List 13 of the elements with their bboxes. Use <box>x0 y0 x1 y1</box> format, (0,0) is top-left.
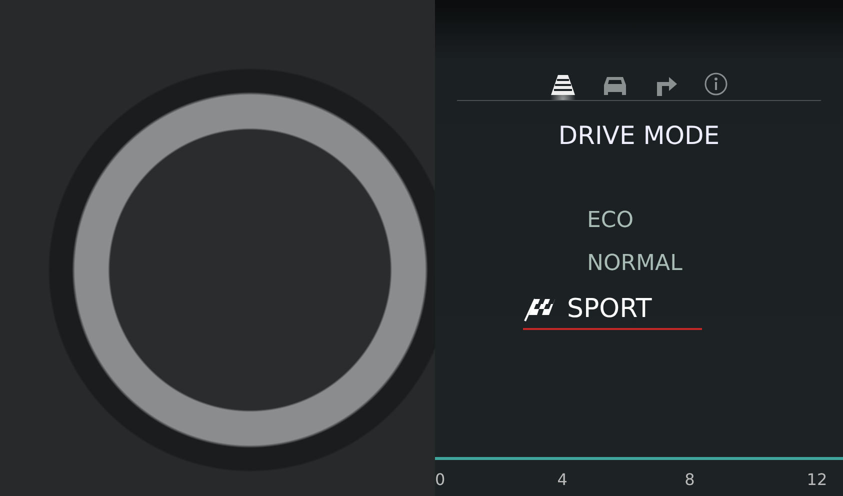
screen-title: DRIVE MODE <box>558 121 720 150</box>
mode-option[interactable]: NORMAL <box>587 251 682 280</box>
turn-arrow-icon <box>654 74 678 96</box>
car-icon <box>602 74 628 96</box>
info-icon <box>704 72 728 96</box>
mode-option[interactable]: SPORT <box>523 294 702 330</box>
scale-label: 8 <box>684 470 696 491</box>
checkered-flag-icon <box>523 296 557 322</box>
mode-option[interactable]: ECO <box>587 208 634 237</box>
scale-label: 0 <box>435 470 446 491</box>
scale-label: 12 <box>806 470 828 491</box>
scale-label: 4 <box>556 470 568 491</box>
road-icon <box>550 74 576 96</box>
